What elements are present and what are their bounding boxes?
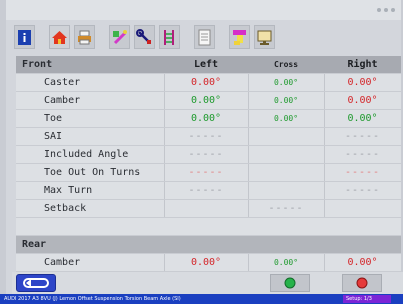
column-header-left: Left [193,59,219,70]
status-text: AUDI 2017 A3 8VU (J) Lemon Offset Suspen… [4,296,181,302]
printer-icon [78,30,91,44]
cross-value: 0.00° [273,114,299,123]
right-value: ----- [344,167,381,178]
home-icon [52,30,67,44]
left-value: 0.00° [190,95,222,106]
adjust-icon [136,28,151,44]
table-row[interactable]: Setback ----- [16,200,401,218]
wrench-icon [113,29,127,44]
section-label-rear: Rear [22,239,47,250]
right-value: 0.00° [347,113,378,124]
confirm-button[interactable] [270,274,310,292]
table-row-empty [16,218,401,236]
row-label: SAI [44,131,63,142]
table-row[interactable]: Toe 0.00° 0.00° 0.00° [16,110,401,128]
table-row[interactable]: Toe Out On Turns ----- ----- [16,164,401,182]
table-header-row: Front Left Cross Right [16,56,401,74]
toolbar [14,22,398,52]
row-label: Caster [44,77,81,88]
document-button[interactable] [194,25,215,49]
table-row[interactable]: Included Angle ----- ----- [16,146,401,164]
row-label: Toe [44,113,63,124]
right-value: ----- [344,131,381,142]
home-button[interactable] [49,25,70,49]
column-header-right: Right [347,59,378,70]
monitor-icon [257,30,272,45]
left-value: ----- [188,167,224,178]
app-window: Front Left Cross Right Caster 0.00° 0.00… [6,0,403,304]
tools-button[interactable] [109,25,130,49]
back-button[interactable] [16,274,56,292]
adjust-button[interactable] [134,25,155,49]
left-value: ----- [188,149,224,160]
window-dots [377,8,395,12]
right-value: 0.00° [347,257,378,268]
section-label-front: Front [22,59,53,70]
table-row[interactable]: Max Turn ----- ----- [16,182,401,200]
green-light-icon [284,277,296,289]
column-header-cross: Cross [273,60,299,69]
paint-button[interactable] [229,25,250,49]
row-label: Max Turn [44,185,93,196]
title-strip [6,0,401,20]
left-value: ----- [188,131,224,142]
info-button[interactable] [14,25,35,49]
info-icon [18,29,31,45]
document-icon [198,29,211,45]
table-row[interactable]: Caster 0.00° 0.00° 0.00° [16,74,401,92]
table-row[interactable]: Camber 0.00° 0.00° 0.00° [16,254,401,272]
status-indicator: Setup: 1/3 [343,295,391,303]
red-light-icon [356,277,368,289]
cross-value: ----- [268,203,304,214]
table-row[interactable]: SAI ----- ----- [16,128,401,146]
row-label: Included Angle [44,149,129,160]
cross-value: 0.00° [273,258,299,267]
row-label: Setback [44,203,87,214]
right-value: 0.00° [347,95,378,106]
paint-icon [233,29,246,45]
measure-icon [164,29,174,45]
left-value: 0.00° [190,257,222,268]
print-button[interactable] [74,25,95,49]
right-value: ----- [344,185,381,196]
section-row-rear: Rear [16,236,401,254]
row-label: Toe Out On Turns [44,167,141,178]
alignment-table: Front Left Cross Right Caster 0.00° 0.00… [16,56,401,274]
bottom-toolbar [12,272,403,294]
measure-button[interactable] [159,25,180,49]
status-bar: AUDI 2017 A3 8VU (J) Lemon Offset Suspen… [0,294,403,304]
stop-button[interactable] [342,274,382,292]
cross-value: 0.00° [273,96,299,105]
left-value: 0.00° [190,77,222,88]
cross-value: 0.00° [273,78,299,87]
row-label: Camber [44,95,81,106]
left-value: 0.00° [190,113,222,124]
left-value: ----- [188,185,224,196]
monitor-button[interactable] [254,25,275,49]
row-label: Camber [44,257,81,268]
return-arrow-icon [23,278,49,288]
table-row[interactable]: Camber 0.00° 0.00° 0.00° [16,92,401,110]
right-value: ----- [344,149,381,160]
right-value: 0.00° [347,77,378,88]
